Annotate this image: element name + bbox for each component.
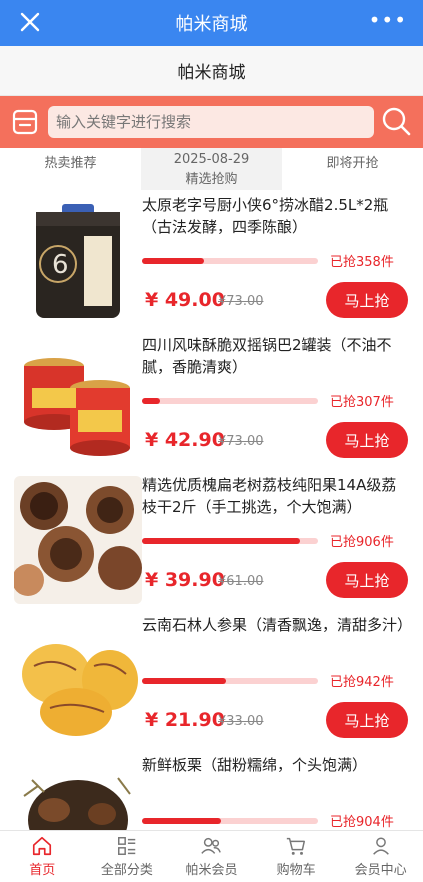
product-image[interactable]: [14, 476, 142, 604]
store-icon[interactable]: [10, 107, 40, 137]
buy-now-button[interactable]: 马上抢: [326, 702, 408, 738]
cart-icon: [286, 837, 306, 855]
product-item[interactable]: 新鲜板栗（甜粉糯绵，个头饱满） 已抢904件: [0, 750, 423, 830]
tab-hot-recommend[interactable]: 热卖推荐: [0, 148, 141, 190]
sold-count: 已抢942件: [330, 675, 394, 690]
product-list: 6 太原老字号厨小侠6°捞冰醋2.5L*2瓶（古法发酵，四季陈酿） 已抢358件…: [0, 190, 423, 830]
product-name[interactable]: 云南石林人参果（清香飘逸，清甜多汁）: [142, 614, 412, 636]
original-price: ¥33.00: [218, 714, 264, 729]
tab-label: 热卖推荐: [44, 156, 97, 171]
sold-count: 已抢307件: [330, 395, 394, 410]
original-price: ¥73.00: [218, 294, 264, 309]
sale-progress-bar: [142, 818, 318, 824]
sale-price: ¥ 42.90: [145, 429, 225, 451]
tab-label: 购物车: [276, 863, 316, 878]
buy-now-button[interactable]: 马上抢: [326, 422, 408, 458]
sold-count: 已抢906件: [330, 535, 394, 550]
sale-price: ¥ 21.90: [145, 709, 225, 731]
sale-progress-bar: [142, 398, 318, 404]
tab-label: 会员中心: [354, 863, 407, 878]
tab-label: 首页: [29, 863, 56, 878]
tab-label: 帕米会员: [185, 863, 238, 878]
sold-count: 已抢904件: [330, 815, 394, 830]
window-title: 帕米商城: [175, 14, 248, 35]
flash-sale-tabs: 热卖推荐 2025-08-29 精选抢购 即将开抢: [0, 148, 423, 190]
home-icon: [33, 836, 52, 856]
search-input[interactable]: [48, 106, 374, 138]
tab-label: 全部分类: [100, 863, 153, 878]
product-item[interactable]: 6 太原老字号厨小侠6°捞冰醋2.5L*2瓶（古法发酵，四季陈酿） 已抢358件…: [0, 190, 423, 330]
page-title: 帕米商城: [0, 46, 423, 96]
buy-now-button[interactable]: 马上抢: [326, 282, 408, 318]
tab-cart[interactable]: 购物车: [254, 831, 339, 882]
sale-progress-bar: [142, 678, 318, 684]
tab-categories[interactable]: 全部分类: [85, 831, 170, 882]
sold-count: 已抢358件: [330, 255, 394, 270]
product-item[interactable]: 精选优质槐扁老树荔枝纯阳果14A级荔枝干2斤（手工挑选，个大饱满） 已抢906件…: [0, 470, 423, 610]
category-icon: [117, 837, 136, 855]
product-image[interactable]: [14, 616, 142, 744]
tab-members[interactable]: 帕米会员: [169, 831, 254, 882]
sale-progress-fill: [142, 678, 227, 684]
sale-progress-bar: [142, 538, 318, 544]
more-options-icon[interactable]: •••: [369, 8, 407, 32]
buy-now-button[interactable]: 马上抢: [326, 562, 408, 598]
search-icon[interactable]: [381, 106, 411, 136]
sale-progress-fill: [142, 818, 222, 824]
product-name[interactable]: 新鲜板栗（甜粉糯绵，个头饱满）: [142, 754, 408, 776]
close-icon[interactable]: [18, 10, 42, 34]
original-price: ¥73.00: [218, 434, 264, 449]
tab-home[interactable]: 首页: [0, 831, 85, 882]
svg-text:6: 6: [52, 250, 69, 280]
original-price: ¥61.00: [218, 574, 264, 589]
tab-member-center[interactable]: 会员中心: [338, 831, 423, 882]
product-name[interactable]: 精选优质槐扁老树荔枝纯阳果14A级荔枝干2斤（手工挑选，个大饱满）: [142, 474, 408, 518]
sale-progress-fill: [142, 398, 160, 404]
members-icon: [201, 837, 222, 854]
product-item[interactable]: 四川风味酥脆双摇锅巴2罐装（不油不腻，香脆清爽） 已抢307件 ¥ 42.90 …: [0, 330, 423, 470]
product-name[interactable]: 四川风味酥脆双摇锅巴2罐装（不油不腻，香脆清爽）: [142, 334, 408, 378]
product-image[interactable]: [14, 756, 142, 830]
app-topbar: 帕米商城 •••: [0, 0, 423, 46]
product-item[interactable]: 云南石林人参果（清香飘逸，清甜多汁） 已抢942件 ¥ 21.90 ¥33.00…: [0, 610, 423, 750]
sale-progress-fill: [142, 538, 301, 544]
tab-today-sale[interactable]: 2025-08-29 精选抢购: [141, 148, 282, 190]
tab-coming-soon[interactable]: 即将开抢: [282, 148, 423, 190]
tab-label: 即将开抢: [326, 156, 379, 171]
bottom-tab-bar: 首页 全部分类 帕米会员 购物车 会员中心: [0, 830, 423, 882]
product-name[interactable]: 太原老字号厨小侠6°捞冰醋2.5L*2瓶（古法发酵，四季陈酿）: [142, 194, 408, 238]
tab-label: 2025-08-29: [173, 152, 250, 167]
product-image[interactable]: 6: [14, 196, 142, 324]
sale-progress-fill: [142, 258, 204, 264]
tab-sublabel: 精选抢购: [185, 172, 238, 187]
sale-price: ¥ 39.90: [145, 569, 225, 591]
product-image[interactable]: [14, 336, 142, 464]
search-bar: [0, 96, 423, 148]
sale-price: ¥ 49.00: [145, 289, 225, 311]
sale-progress-bar: [142, 258, 318, 264]
user-icon: [372, 837, 389, 855]
